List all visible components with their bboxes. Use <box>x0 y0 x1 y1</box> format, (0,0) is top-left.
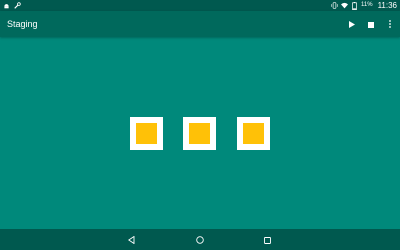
tile-1[interactable] <box>130 117 163 150</box>
back-button[interactable] <box>121 229 141 250</box>
status-bar: 11% 11:36 <box>0 0 400 11</box>
stop-icon <box>368 15 374 33</box>
overflow-menu-button[interactable] <box>386 19 394 29</box>
tile-3[interactable] <box>237 117 270 150</box>
android-debug-icon <box>3 2 10 9</box>
app-bar: Staging <box>0 11 400 37</box>
status-left-icons <box>3 0 21 11</box>
tile-3-fill <box>243 123 264 144</box>
tile-2[interactable] <box>183 117 216 150</box>
wifi-icon <box>340 2 348 9</box>
tile-2-fill <box>189 123 210 144</box>
battery-icon <box>351 1 358 10</box>
app-actions <box>348 11 394 37</box>
app-title: Staging <box>7 19 38 29</box>
home-button[interactable] <box>190 229 210 250</box>
vibrate-icon <box>331 2 338 9</box>
stop-button[interactable] <box>367 19 375 29</box>
stage-area <box>0 37 400 229</box>
tile-1-fill <box>136 123 157 144</box>
status-clock: 11:36 <box>377 1 397 10</box>
recents-icon <box>263 231 271 249</box>
wrench-icon <box>14 2 21 9</box>
play-icon <box>349 15 355 33</box>
battery-percent: 11% <box>360 2 373 8</box>
status-right-icons: 11% 11:36 <box>331 0 397 11</box>
recents-button[interactable] <box>257 229 277 250</box>
navigation-bar <box>0 229 400 250</box>
overflow-menu-icon <box>389 15 391 33</box>
device-screen: 11% 11:36 Staging <box>0 0 400 250</box>
home-icon <box>196 231 204 249</box>
back-icon <box>127 231 135 249</box>
play-button[interactable] <box>348 19 356 29</box>
